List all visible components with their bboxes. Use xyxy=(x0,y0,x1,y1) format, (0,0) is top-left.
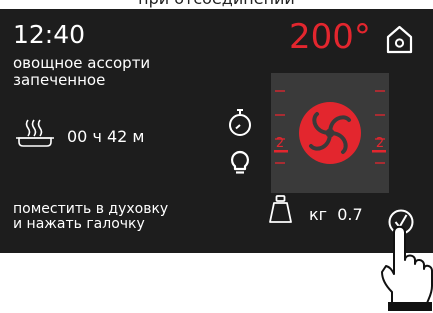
convection-fan-icon xyxy=(299,102,361,164)
steaming-dish-icon xyxy=(16,119,54,147)
weight-unit: кг xyxy=(309,205,328,224)
convection-fan-panel[interactable]: 2 2 xyxy=(271,73,389,193)
instruction-line2: и нажать галочку xyxy=(13,216,145,232)
oven-display: 12:40 200° овощное ассорти запеченное 00… xyxy=(0,9,433,253)
instruction-line1: поместить в духовку xyxy=(13,201,169,217)
instruction-text: поместить в духовку и нажать галочку xyxy=(13,202,168,232)
weight-readout[interactable]: кг 0.7 xyxy=(309,205,363,225)
clock-time: 12:40 xyxy=(13,20,86,49)
pointing-hand-icon xyxy=(381,225,433,311)
recipe-name-line2: запеченное xyxy=(13,71,106,89)
home-icon[interactable] xyxy=(386,25,413,54)
light-bulb-icon[interactable] xyxy=(229,150,251,176)
recipe-name-line1: овощное ассорти xyxy=(13,54,151,72)
recipe-name: овощное ассорти запеченное xyxy=(13,55,150,89)
fan-level-right: 2 xyxy=(376,136,384,151)
weight-icon xyxy=(269,195,292,223)
fan-level-left: 2 xyxy=(276,136,284,151)
weight-value: 0.7 xyxy=(337,205,363,224)
top-caption: при отсоединении xyxy=(0,0,433,8)
temperature-setting[interactable]: 200° xyxy=(289,17,371,57)
cooking-duration[interactable]: 00 ч 42 м xyxy=(67,127,145,147)
stopwatch-icon[interactable] xyxy=(227,108,253,138)
